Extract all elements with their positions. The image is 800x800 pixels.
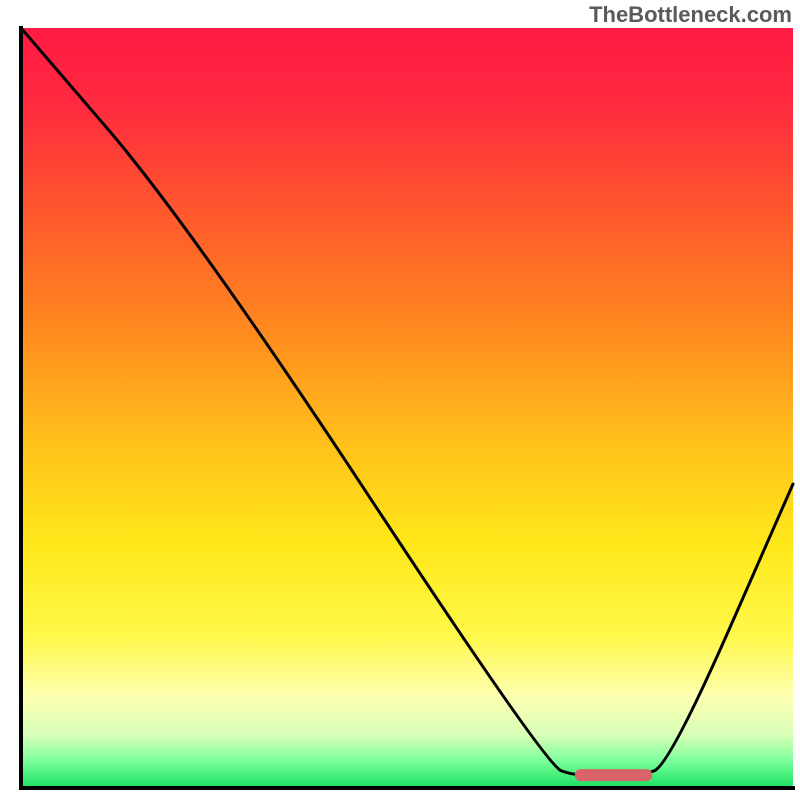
gradient-background [21, 28, 793, 788]
bottleneck-chart [0, 0, 800, 800]
chart-container: TheBottleneck.com [0, 0, 800, 800]
watermark-text: TheBottleneck.com [589, 2, 792, 28]
